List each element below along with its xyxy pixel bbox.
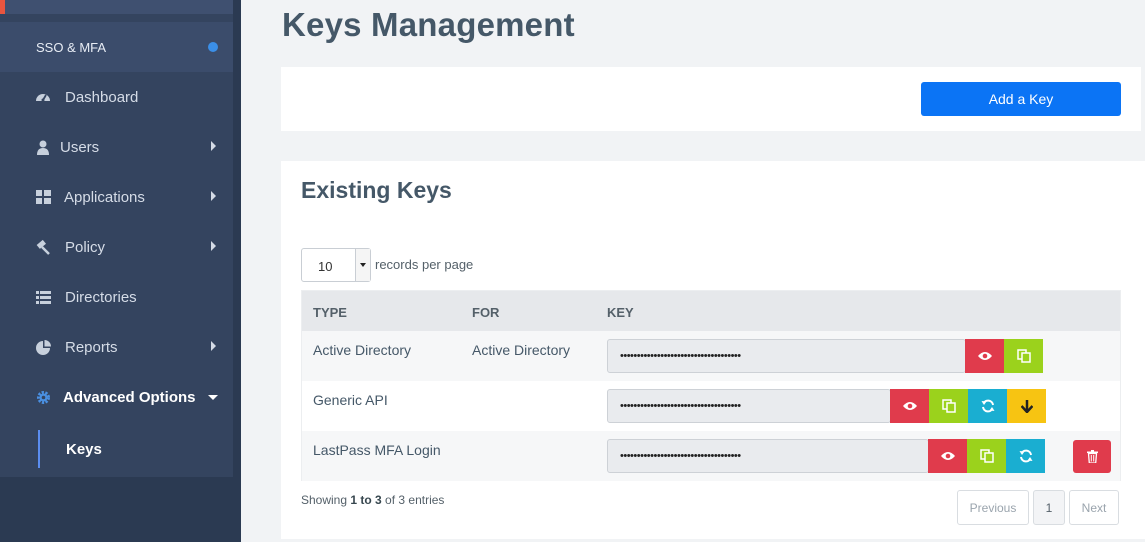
cell-type: LastPass MFA Login	[313, 442, 441, 458]
page-title: Keys Management	[282, 6, 575, 43]
sidebar-nav: SSO & MFA Dashboard Users Applications P…	[0, 0, 233, 477]
active-indicator	[38, 430, 40, 468]
table-row: Generic API ••••••••••••••••••••••••••••…	[302, 381, 1120, 431]
delete-key-button[interactable]	[1073, 440, 1111, 473]
sidebar-item-applications[interactable]: Applications	[0, 177, 233, 217]
regenerate-key-button[interactable]	[1006, 439, 1045, 473]
sidebar-item-reports[interactable]: Reports	[0, 327, 233, 367]
sidebar-item-label: SSO & MFA	[36, 39, 107, 55]
gear-icon	[35, 389, 51, 405]
cell-type: Generic API	[313, 392, 388, 408]
sidebar-item-label: Policy	[65, 238, 106, 256]
pagination-previous[interactable]: Previous	[957, 490, 1029, 525]
sidebar-subitem-keys[interactable]: Keys	[0, 430, 233, 468]
chevron-down-icon	[208, 395, 218, 400]
keys-table: TYPE FOR KEY Active Directory Active Dir…	[301, 290, 1121, 481]
eye-icon	[902, 402, 917, 410]
sidebar-item-dashboard[interactable]: Dashboard	[0, 77, 233, 117]
user-icon	[35, 139, 51, 155]
list-icon	[35, 289, 51, 305]
eye-icon	[940, 452, 955, 460]
table-header: TYPE FOR KEY	[302, 291, 1120, 331]
key-field[interactable]: ••••••••••••••••••••••••••••••••••••	[607, 389, 891, 423]
entries-summary: Showing 1 to 3 of 3 entries	[301, 493, 444, 507]
summary-range: 1 to 3	[350, 493, 382, 507]
trash-icon	[1086, 450, 1098, 463]
caret-down-icon	[355, 249, 370, 281]
column-header-for[interactable]: FOR	[472, 305, 499, 320]
show-key-button[interactable]	[965, 339, 1004, 373]
download-key-button[interactable]	[1007, 389, 1046, 423]
copy-icon	[941, 399, 956, 413]
chevron-right-icon	[211, 241, 216, 251]
sidebar-item-label: Advanced Options	[63, 388, 196, 406]
copy-icon	[979, 449, 994, 463]
sidebar-item-label: Users	[60, 138, 100, 156]
add-key-button[interactable]: Add a Key	[921, 82, 1121, 116]
status-dot-icon	[208, 42, 218, 52]
table-row: LastPass MFA Login •••••••••••••••••••••…	[302, 431, 1120, 481]
eye-icon	[977, 352, 992, 360]
sidebar-item-users[interactable]: Users	[0, 127, 233, 167]
sidebar-item-policy[interactable]: Policy	[0, 227, 233, 267]
download-arrow-icon	[1020, 399, 1033, 413]
sidebar-item-advanced-options[interactable]: Advanced Options	[0, 377, 233, 417]
summary-prefix: Showing	[301, 493, 351, 507]
table-row: Active Directory Active Directory ••••••…	[302, 331, 1120, 381]
chevron-right-icon	[211, 191, 216, 201]
sidebar-item-sso-mfa[interactable]: SSO & MFA	[0, 22, 233, 72]
chevron-right-icon	[211, 141, 216, 151]
summary-suffix: of 3 entries	[381, 493, 445, 507]
page-size-label: records per page	[375, 257, 474, 272]
pagination-page-1[interactable]: 1	[1033, 490, 1065, 525]
cell-for: Active Directory	[472, 342, 571, 358]
column-header-key[interactable]: KEY	[607, 305, 634, 320]
sidebar-subitem-label: Keys	[66, 441, 102, 458]
pie-chart-icon	[35, 339, 51, 355]
copy-key-button[interactable]	[929, 389, 968, 423]
dashboard-icon	[35, 89, 51, 105]
pagination-next[interactable]: Next	[1069, 490, 1119, 525]
copy-key-button[interactable]	[1004, 339, 1043, 373]
gavel-icon	[35, 239, 51, 255]
accent-marker	[0, 0, 5, 14]
regenerate-key-button[interactable]	[968, 389, 1007, 423]
copy-key-button[interactable]	[967, 439, 1006, 473]
copy-icon	[1016, 349, 1031, 363]
sidebar: SSO & MFA Dashboard Users Applications P…	[0, 0, 241, 542]
sidebar-item-label: Applications	[64, 188, 145, 206]
column-header-type[interactable]: TYPE	[313, 305, 347, 320]
sidebar-item-directories[interactable]: Directories	[0, 277, 233, 317]
sidebar-item-label: Directories	[65, 288, 137, 306]
chevron-right-icon	[211, 341, 216, 351]
sidebar-item-label: Dashboard	[65, 88, 139, 106]
show-key-button[interactable]	[928, 439, 967, 473]
sidebar-item-label: Reports	[65, 338, 118, 356]
sidebar-top-item[interactable]	[0, 0, 233, 14]
key-field[interactable]: ••••••••••••••••••••••••••••••••••••	[607, 439, 929, 473]
page-size-value: 10	[318, 259, 333, 274]
page-size-select[interactable]: 10	[301, 248, 371, 282]
refresh-icon	[1019, 449, 1032, 463]
key-field[interactable]: ••••••••••••••••••••••••••••••••••••	[607, 339, 966, 373]
cell-type: Active Directory	[313, 342, 412, 358]
section-title: Existing Keys	[301, 177, 452, 203]
refresh-icon	[981, 399, 994, 413]
grid-icon	[35, 189, 51, 205]
show-key-button[interactable]	[890, 389, 929, 423]
